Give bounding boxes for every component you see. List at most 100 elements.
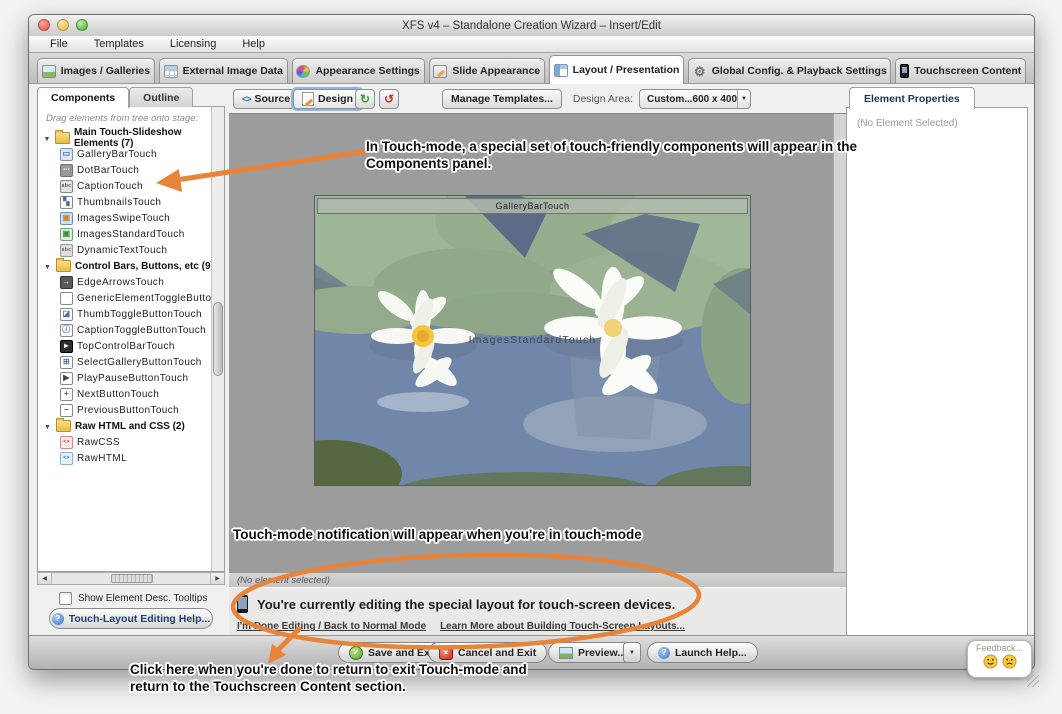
component-label: DynamicTextTouch — [77, 245, 167, 256]
tab-slide-appearance[interactable]: Slide Appearance — [429, 58, 545, 83]
help-question-icon — [658, 647, 670, 659]
tab-layout-presentation[interactable]: Layout / Presentation — [549, 55, 684, 84]
manage-templates-button[interactable]: Manage Templates... — [442, 89, 562, 109]
touch-layout-help-button[interactable]: Touch-Layout Editing Help... — [49, 608, 213, 629]
drag-hint: Drag elements from tree onto stage: — [46, 113, 218, 124]
source-label: Source — [255, 93, 291, 105]
tree-item-rawcss[interactable]: <>RawCSS — [43, 434, 224, 450]
zoom-window-button[interactable] — [76, 19, 88, 31]
tab-outline[interactable]: Outline — [129, 87, 193, 107]
scrollbar-thumb[interactable] — [213, 302, 223, 376]
tab-label: Slide Appearance — [452, 65, 540, 77]
tree-item-dynamictexttouch[interactable]: abcDynamicTextTouch — [43, 242, 224, 258]
tree-folder-main-touch-slideshow-elements-7[interactable]: Main Touch-Slideshow Elements (7) — [43, 130, 224, 146]
touch-layout-help-label: Touch-Layout Editing Help... — [69, 613, 211, 625]
design-stage[interactable]: GalleryBarTouch ImagesStandardTouch — [229, 113, 847, 572]
tree-folder-label: Main Touch-Slideshow Elements (7) — [74, 127, 224, 149]
disclosure-triangle-icon[interactable] — [43, 421, 52, 432]
tab-components[interactable]: Components — [37, 87, 129, 108]
component-icon: ▶ — [60, 372, 73, 385]
revert-icon — [384, 92, 394, 106]
launch-help-button[interactable]: Launch Help... — [647, 642, 758, 663]
minimize-window-button[interactable] — [57, 19, 69, 31]
tree-folder-raw-html-and-css-2[interactable]: Raw HTML and CSS (2) — [43, 418, 224, 434]
feedback-button[interactable]: Feedback... — [967, 640, 1032, 678]
annotation-bottom-text: Click here when you're done to return to… — [130, 662, 548, 695]
close-window-button[interactable] — [38, 19, 50, 31]
tab-external-image-data[interactable]: External Image Data — [159, 58, 288, 83]
tree-item-previousbuttontouch[interactable]: −PreviousButtonTouch — [43, 402, 224, 418]
happy-face-icon[interactable] — [983, 654, 998, 669]
phone-icon — [237, 595, 248, 613]
tab-touchscreen-content[interactable]: Touchscreen Content — [895, 58, 1026, 83]
component-icon: ⊞ — [60, 356, 73, 369]
menu-item-templates[interactable]: Templates — [81, 38, 157, 50]
annotation-middle-text: Touch-mode notification will appear when… — [233, 527, 642, 544]
tree-item-imagesstandardtouch[interactable]: ▣ImagesStandardTouch — [43, 226, 224, 242]
wheel-icon — [296, 65, 310, 78]
manage-templates-label: Manage Templates... — [451, 93, 553, 105]
show-tooltips-checkbox[interactable] — [59, 592, 72, 605]
component-icon: → — [60, 276, 73, 289]
folder-icon — [56, 420, 71, 432]
revert-button[interactable] — [379, 89, 399, 109]
tree-item-nextbuttontouch[interactable]: +NextButtonTouch — [43, 386, 224, 402]
components-horizontal-scrollbar[interactable] — [37, 572, 225, 585]
cancel-and-exit-button[interactable]: Cancel and Exit — [428, 642, 547, 663]
tree-item-playpausebuttontouch[interactable]: ▶ PlayPauseButtonTouch — [43, 370, 224, 386]
menu-item-licensing[interactable]: Licensing — [157, 38, 229, 50]
disclosure-triangle-icon[interactable] — [43, 133, 51, 144]
slideshow-preview[interactable]: GalleryBarTouch ImagesStandardTouch — [314, 195, 751, 486]
component-icon: ⓘ — [60, 324, 73, 337]
photo-icon — [42, 65, 56, 78]
preview-dropdown-button[interactable] — [623, 642, 641, 663]
components-vertical-scrollbar[interactable] — [211, 107, 224, 571]
feedback-label: Feedback... — [968, 643, 1031, 653]
source-button[interactable]: Source — [233, 89, 299, 109]
refresh-button[interactable] — [355, 89, 375, 109]
tab-appearance-settings[interactable]: Appearance Settings — [292, 58, 425, 83]
tooltips-checkbox-row: Show Element Desc. Tooltips — [59, 592, 207, 605]
tree-item-edgearrowstouch[interactable]: →EdgeArrowsTouch — [43, 274, 224, 290]
tab-images-galleries[interactable]: Images / Galleries — [37, 58, 155, 83]
tree-item-captiontogglebuttontouch[interactable]: ⓘCaptionToggleButtonTouch — [43, 322, 224, 338]
learn-more-link[interactable]: Learn More about Building Touch-Screen L… — [440, 621, 685, 632]
tree-item-thumbtogglebuttontouch[interactable]: ◪ThumbToggleButtonTouch — [43, 306, 224, 322]
resize-grip[interactable] — [1027, 675, 1039, 687]
tab-label: Images / Galleries — [61, 65, 150, 77]
tree-item-rawhtml[interactable]: <>RawHTML — [43, 450, 224, 466]
tree-folder-control-bars-buttons-etc-9[interactable]: Control Bars, Buttons, etc (9) — [43, 258, 224, 274]
design-button[interactable]: Design — [293, 89, 362, 109]
stage-vertical-scrollbar[interactable] — [833, 114, 847, 572]
menu-item-help[interactable]: Help — [229, 38, 278, 50]
tree-item-thumbnailstouch[interactable]: ▚ThumbnailsTouch — [43, 194, 224, 210]
sad-face-icon[interactable] — [1002, 654, 1017, 669]
menu-bar: FileTemplatesLicensingHelp — [29, 36, 1034, 53]
done-editing-link[interactable]: I'm Done Editing / Back to Normal Mode — [237, 621, 426, 632]
tab-element-properties[interactable]: Element Properties — [849, 87, 975, 109]
tree-item-imagesswipetouch[interactable]: ▣ImagesSwipeTouch — [43, 210, 224, 226]
scrollbar-track[interactable] — [52, 573, 210, 584]
gallerybar-component[interactable]: GalleryBarTouch — [317, 198, 748, 214]
tree-item-dotbartouch[interactable]: •••DotBarTouch — [43, 162, 224, 178]
show-tooltips-label: Show Element Desc. Tooltips — [78, 593, 207, 604]
cancel-label: Cancel and Exit — [458, 647, 536, 659]
tree-item-selectgallerybuttontouch[interactable]: ⊞SelectGalleryButtonTouch — [43, 354, 224, 370]
tree-item-topcontrolbartouch[interactable]: ▸TopControlBarTouch — [43, 338, 224, 354]
chevron-down-icon[interactable] — [737, 90, 750, 108]
menu-item-file[interactable]: File — [37, 38, 81, 50]
design-area-dropdown[interactable]: Custom...600 x 400 — [639, 89, 751, 109]
scrollbar-thumb[interactable] — [111, 574, 153, 583]
tab-global-config-playback-settings[interactable]: Global Config. & Playback Settings — [688, 58, 891, 83]
help-question-icon — [52, 613, 64, 625]
scroll-right-arrow-icon[interactable] — [210, 573, 224, 584]
tree-item-genericelementtogglebuttontouch[interactable]: GenericElementToggleButtonTouch — [43, 290, 224, 306]
tree-item-captiontouch[interactable]: abcCaptionTouch — [43, 178, 224, 194]
disclosure-triangle-icon[interactable] — [43, 261, 52, 272]
component-icon: ▚ — [60, 196, 73, 209]
component-label: PreviousButtonTouch — [77, 405, 179, 416]
component-label: PlayPauseButtonTouch — [77, 373, 188, 384]
component-label: GenericElementToggleButtonTouch — [77, 293, 225, 304]
scroll-left-arrow-icon[interactable] — [38, 573, 52, 584]
component-label: GalleryBarTouch — [77, 149, 157, 160]
